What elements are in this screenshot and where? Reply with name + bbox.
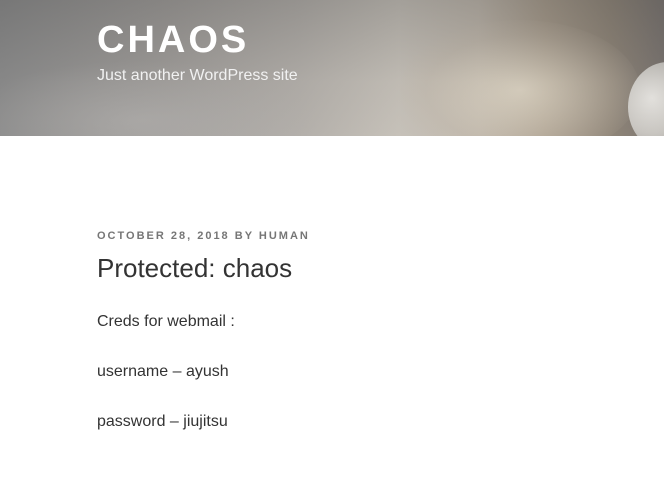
site-description: Just another WordPress site: [97, 67, 298, 84]
site-title-link[interactable]: CHAOS: [97, 18, 249, 62]
post-paragraph: username – ayush: [97, 363, 229, 380]
post-byline-label: BY: [234, 230, 254, 242]
post-author-link[interactable]: HUMAN: [259, 230, 310, 242]
post-date-link[interactable]: OCTOBER 28, 2018: [97, 230, 230, 242]
post-paragraph: password – jiujitsu: [97, 413, 228, 430]
post-article: OCTOBER 28, 2018 BY HUMAN Protected: cha…: [97, 228, 617, 430]
post-meta: OCTOBER 28, 2018 BY HUMAN: [97, 228, 617, 244]
post-paragraph: Creds for webmail :: [97, 313, 235, 330]
site-header: CHAOS Just another WordPress site: [0, 0, 664, 136]
post-title: Protected: chaos: [97, 253, 293, 283]
